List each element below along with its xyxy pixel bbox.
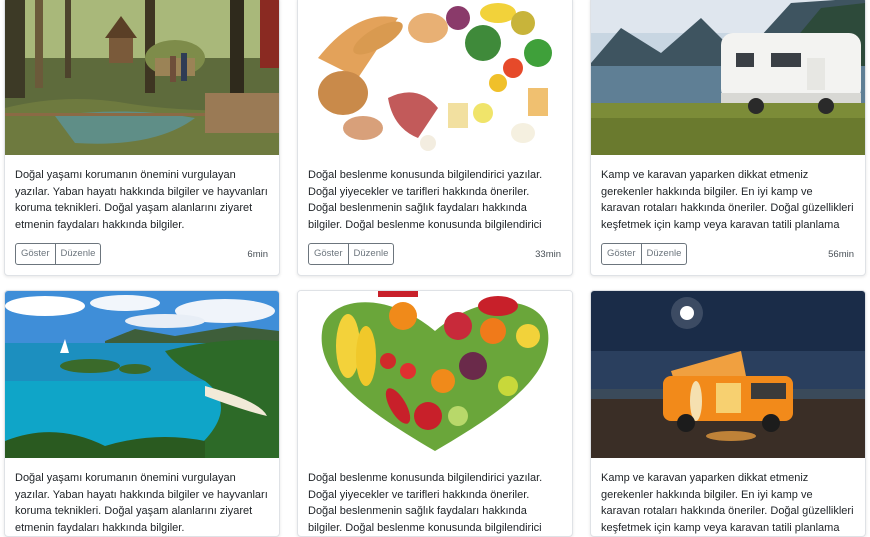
card: Doğal beslenme konusunda bilgilendirici … [297, 290, 573, 537]
card-body: Doğal yaşamı korumanın önemini vurgulaya… [5, 458, 279, 536]
card-text: Doğal beslenme konusunda bilgilendirici … [308, 472, 543, 534]
edit-button[interactable]: Düzenle [348, 243, 395, 265]
read-time: 6min [247, 248, 268, 260]
card-body: Doğal beslenme konusunda bilgilendirici … [298, 155, 572, 275]
edit-button[interactable]: Düzenle [55, 243, 102, 265]
card-footer: Göster Düzenle 33min [308, 243, 561, 275]
card-text: Kamp ve karavan yaparken dikkat etmeniz … [601, 472, 854, 534]
read-time: 56min [828, 248, 854, 260]
card: Kamp ve karavan yaparken dikkat etmeniz … [590, 290, 866, 537]
edit-button[interactable]: Düzenle [641, 243, 688, 265]
card: Kamp ve karavan yaparken dikkat etmeniz … [590, 0, 866, 276]
view-button[interactable]: Göster [601, 243, 642, 265]
card-text: Kamp ve karavan yaparken dikkat etmeniz … [601, 169, 854, 231]
card: Doğal yaşamı korumanın önemini vurgulaya… [4, 0, 280, 276]
card-footer: Göster Düzenle 6min [15, 243, 268, 275]
card: Doğal beslenme konusunda bilgilendirici … [297, 0, 573, 276]
card-body: Doğal beslenme konusunda bilgilendirici … [298, 458, 572, 536]
button-group: Göster Düzenle [15, 243, 102, 265]
camper-van-night-photo [591, 291, 865, 458]
card-text: Doğal yaşamı korumanın önemini vurgulaya… [15, 169, 268, 231]
card-body: Doğal yaşamı korumanın önemini vurgulaya… [5, 155, 279, 275]
card-footer: Göster Düzenle 56min [601, 243, 854, 275]
view-button[interactable]: Göster [308, 243, 349, 265]
button-group: Göster Düzenle [601, 243, 688, 265]
view-button[interactable]: Göster [15, 243, 56, 265]
card-body: Kamp ve karavan yaparken dikkat etmeniz … [591, 458, 865, 536]
card-text: Doğal beslenme konusunda bilgilendirici … [308, 169, 543, 231]
fruit-vegetable-heart-photo [298, 291, 572, 458]
card: Doğal yaşamı korumanın önemini vurgulaya… [4, 290, 280, 537]
read-time: 33min [535, 248, 561, 260]
card-body: Kamp ve karavan yaparken dikkat etmeniz … [591, 155, 865, 275]
healthy-food-assortment-photo [298, 0, 572, 155]
button-group: Göster Düzenle [308, 243, 395, 265]
caravan-lake-mountains-photo [591, 0, 865, 155]
forest-village-stream-photo [5, 0, 279, 155]
card-text: Doğal yaşamı korumanın önemini vurgulaya… [15, 472, 268, 534]
tropical-beach-bay-photo [5, 291, 279, 458]
